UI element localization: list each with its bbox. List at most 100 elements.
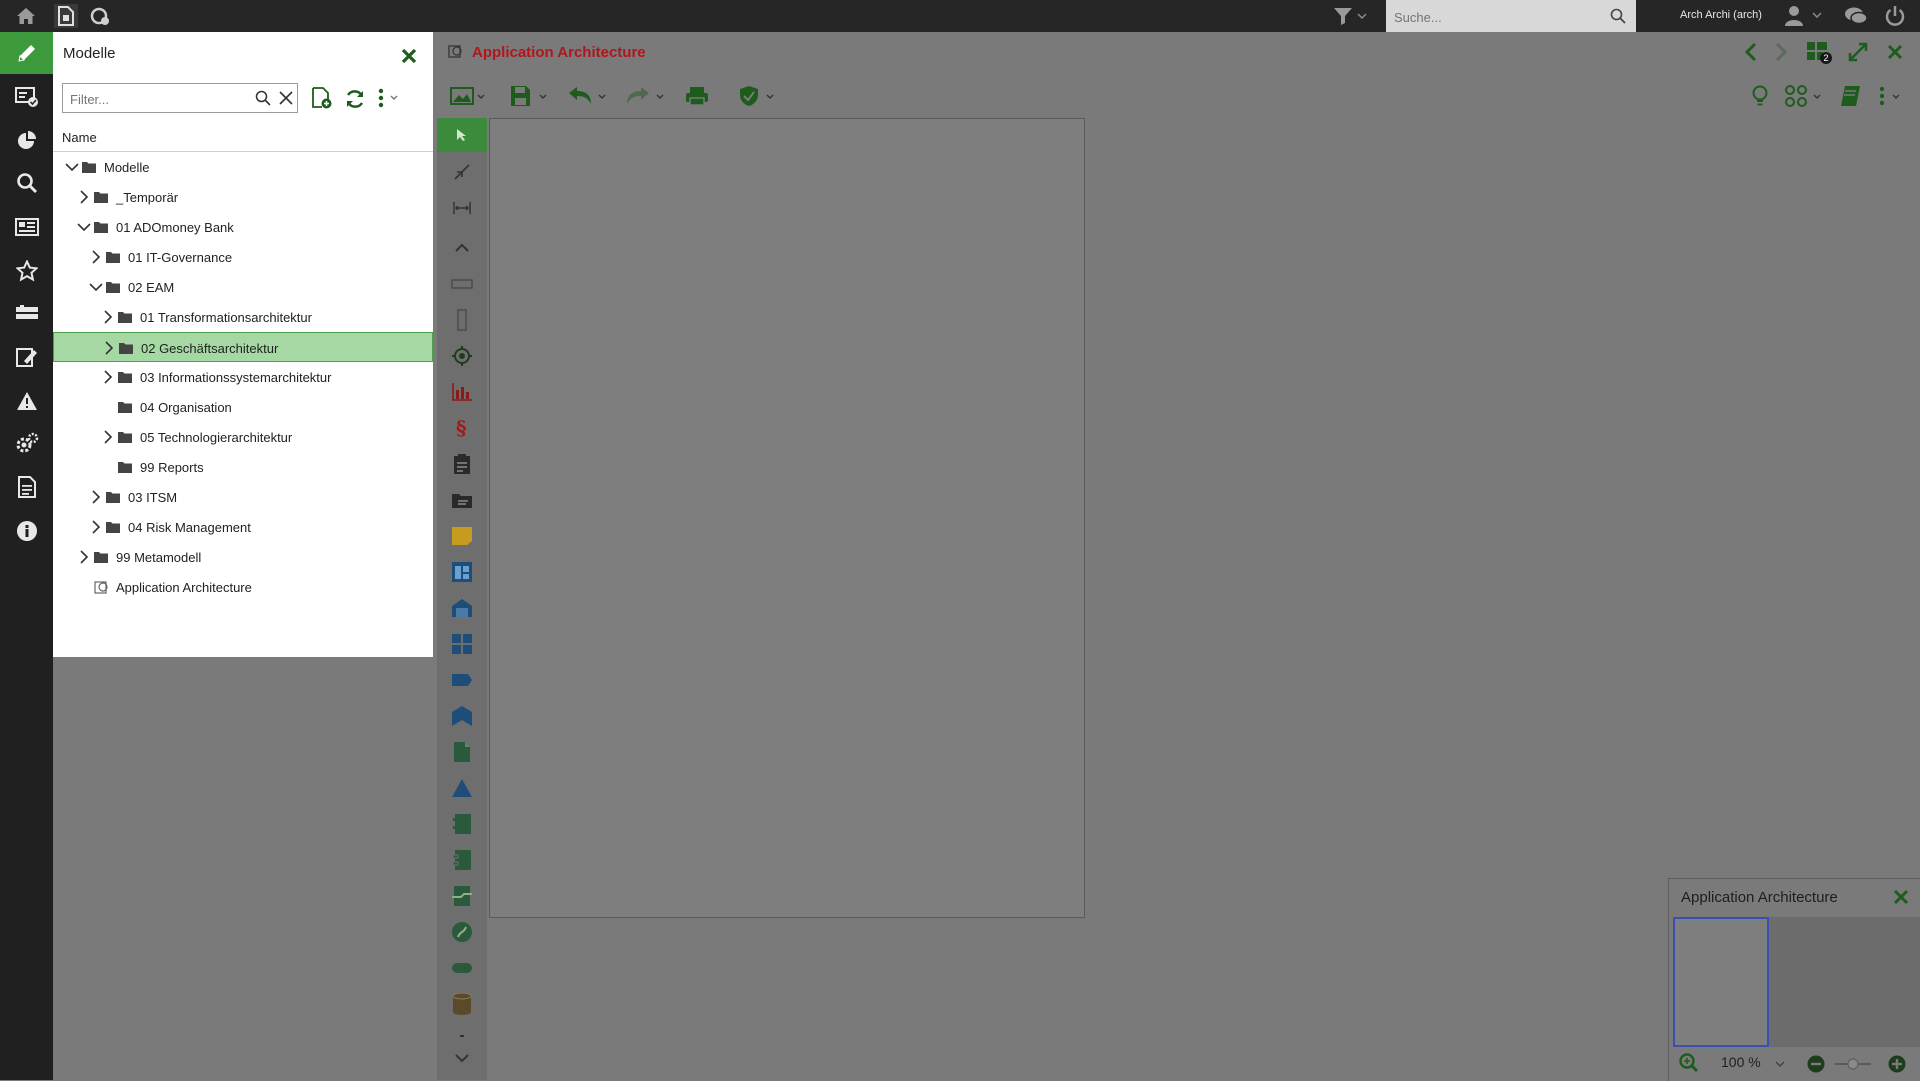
interface-icon[interactable]	[450, 884, 474, 908]
chevron-down-icon[interactable]	[1356, 4, 1368, 28]
tree-item[interactable]: 02 Geschäftsarchitektur	[53, 332, 433, 362]
notebook-icon[interactable]	[1839, 85, 1861, 107]
power-icon[interactable]	[1884, 5, 1906, 27]
kpi-chart-icon[interactable]	[450, 380, 474, 404]
filter-icon[interactable]	[1331, 4, 1355, 28]
tree-item[interactable]: Application Architecture	[53, 572, 433, 602]
tree-item[interactable]: 01 ADOmoney Bank	[53, 212, 433, 242]
back-icon[interactable]	[1742, 42, 1760, 62]
rail-warnings[interactable]	[0, 380, 53, 422]
tree-item[interactable]: 99 Reports	[53, 452, 433, 482]
connector-tool-icon[interactable]	[450, 160, 474, 184]
chevron-down-icon[interactable]	[1812, 12, 1822, 18]
process-map-icon[interactable]	[450, 632, 474, 656]
note-icon[interactable]	[450, 524, 474, 548]
palette-scroll-down-icon[interactable]	[450, 1046, 474, 1070]
rail-documents[interactable]	[0, 466, 53, 508]
chevron-down-icon[interactable]	[1775, 1061, 1785, 1067]
zoom-fit-icon[interactable]	[1679, 1053, 1699, 1073]
search-icon[interactable]	[255, 90, 271, 106]
palette-select-tool[interactable]	[437, 118, 487, 152]
data-flow-icon[interactable]	[450, 920, 474, 944]
tree-item[interactable]: 05 Technologierarchitektur	[53, 422, 433, 452]
zoom-out-icon[interactable]	[1807, 1055, 1825, 1073]
rail-charts[interactable]	[0, 120, 53, 162]
rail-components[interactable]	[0, 292, 53, 334]
database-icon[interactable]	[450, 992, 474, 1016]
tree-item[interactable]: 02 EAM	[53, 272, 433, 302]
rail-reports[interactable]	[0, 206, 53, 248]
search-icon[interactable]	[1610, 8, 1626, 24]
chevron-down-icon[interactable]	[77, 220, 91, 234]
chevron-down-icon[interactable]	[89, 280, 103, 294]
tree-item[interactable]: 01 Transformationsarchitektur	[53, 302, 433, 332]
close-icon[interactable]	[1893, 889, 1909, 905]
home-icon[interactable]	[14, 4, 38, 28]
tree-item[interactable]: 04 Organisation	[53, 392, 433, 422]
requirement-icon[interactable]	[450, 452, 474, 476]
chevron-right-icon[interactable]	[101, 310, 115, 324]
chevron-right-icon[interactable]	[101, 430, 115, 444]
rail-modeling[interactable]	[0, 32, 53, 74]
user-name[interactable]: Arch Archi (arch)	[1680, 9, 1762, 21]
rail-search[interactable]	[0, 162, 53, 204]
rail-analysis[interactable]	[0, 76, 53, 118]
zoom-in-icon[interactable]	[1888, 1055, 1906, 1073]
tree-item[interactable]: 99 Metamodell	[53, 542, 433, 572]
regulation-icon[interactable]: §	[450, 416, 474, 440]
chevron-right-icon[interactable]	[89, 490, 103, 504]
close-icon[interactable]	[400, 47, 418, 65]
vertical-swimlane-icon[interactable]	[450, 308, 474, 332]
tree-item[interactable]: 04 Risk Management	[53, 512, 433, 542]
platform-icon[interactable]	[450, 776, 474, 800]
layout-options-icon[interactable]	[1785, 85, 1825, 107]
chevron-down-icon[interactable]	[65, 160, 79, 174]
capability-map-icon[interactable]	[450, 560, 474, 584]
chevron-right-icon[interactable]	[102, 341, 116, 355]
forward-icon[interactable]	[1772, 42, 1790, 62]
overview-viewport[interactable]	[1673, 917, 1769, 1047]
palette-scroll-up-icon[interactable]	[450, 236, 474, 260]
new-model-icon[interactable]	[54, 4, 78, 28]
clear-filter-icon[interactable]	[278, 90, 294, 106]
refresh-model-icon[interactable]	[88, 4, 112, 28]
application-icon[interactable]	[450, 812, 474, 836]
lightbulb-icon[interactable]	[1752, 85, 1768, 107]
rail-favorites[interactable]	[0, 250, 53, 292]
tree-item[interactable]: 03 Informationssystemarchitektur	[53, 362, 433, 392]
chevron-right-icon[interactable]	[77, 190, 91, 204]
redo-icon[interactable]	[624, 85, 668, 107]
tree-item[interactable]: Modelle	[53, 152, 433, 182]
application-component-icon[interactable]	[450, 848, 474, 872]
tree-item[interactable]: _Temporär	[53, 182, 433, 212]
horizontal-swimlane-icon[interactable]	[450, 272, 474, 296]
document-element-icon[interactable]	[450, 740, 474, 764]
zoom-level[interactable]: 100 %	[1721, 1054, 1761, 1070]
chevron-right-icon[interactable]	[89, 250, 103, 264]
more-options-icon[interactable]	[1878, 86, 1904, 106]
service-icon[interactable]	[450, 956, 474, 980]
process-step-icon[interactable]	[450, 668, 474, 692]
image-export-icon[interactable]	[450, 86, 486, 106]
print-icon[interactable]	[685, 86, 709, 106]
chevron-right-icon[interactable]	[89, 520, 103, 534]
undo-icon[interactable]	[566, 85, 610, 107]
goal-icon[interactable]	[450, 344, 474, 368]
tree-item[interactable]: 03 ITSM	[53, 482, 433, 512]
column-header-name[interactable]: Name	[53, 123, 433, 152]
user-icon[interactable]	[1784, 5, 1804, 27]
zoom-slider[interactable]	[1835, 1058, 1871, 1070]
chevron-right-icon[interactable]	[77, 550, 91, 564]
new-model-button[interactable]	[312, 87, 332, 109]
panel-more-options-icon[interactable]	[378, 88, 402, 108]
chat-icon[interactable]	[1844, 6, 1868, 26]
open-models-button[interactable]: 2	[1806, 40, 1832, 64]
rail-info[interactable]	[0, 510, 53, 552]
filter-input[interactable]	[68, 89, 252, 109]
tree-item[interactable]: 01 IT-Governance	[53, 242, 433, 272]
rail-release[interactable]	[0, 336, 53, 378]
product-icon[interactable]	[450, 704, 474, 728]
spacing-tool-icon[interactable]	[450, 196, 474, 220]
global-search-input[interactable]	[1392, 6, 1606, 28]
refresh-button[interactable]	[344, 88, 366, 110]
